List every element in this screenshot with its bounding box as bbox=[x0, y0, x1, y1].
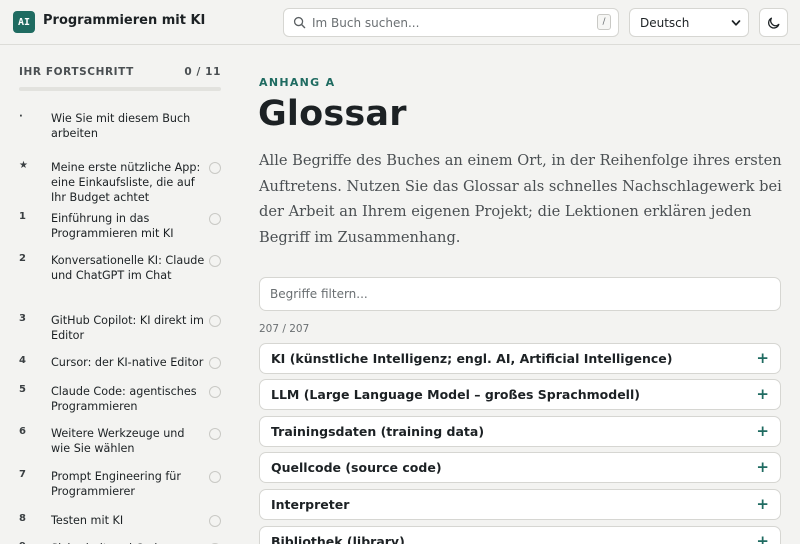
chapter-number: · bbox=[19, 111, 23, 122]
completion-circle-icon[interactable] bbox=[209, 357, 221, 369]
chapter-title: Konversationelle KI: Claude und ChatGPT … bbox=[51, 254, 205, 282]
completion-circle-icon[interactable] bbox=[209, 213, 221, 225]
completion-circle-icon[interactable] bbox=[209, 386, 221, 398]
chapter-number: 5 bbox=[19, 384, 26, 395]
chapter-title: Testen mit KI bbox=[51, 514, 124, 527]
chapter-number: 1 bbox=[19, 211, 26, 222]
chapter-number: 6 bbox=[19, 426, 26, 437]
chapter-number: ★ bbox=[19, 160, 28, 171]
glossary-term-row[interactable]: Quellcode (source code) + bbox=[259, 452, 781, 483]
filter-input[interactable] bbox=[259, 277, 781, 311]
app-logo[interactable]: AI bbox=[13, 11, 35, 33]
completion-circle-icon[interactable] bbox=[209, 515, 221, 527]
glossary-term-title: Bibliothek (library) bbox=[271, 534, 405, 544]
chevron-down-icon bbox=[731, 20, 741, 26]
completion-circle-icon[interactable] bbox=[209, 315, 221, 327]
completion-circle-icon[interactable] bbox=[209, 471, 221, 483]
completion-circle-icon[interactable] bbox=[209, 428, 221, 440]
chapter-title: Einführung in das Programmieren mit KI bbox=[51, 212, 174, 240]
glossary-term-row[interactable]: Interpreter + bbox=[259, 489, 781, 520]
glossary-term-title: KI (künstliche Intelligenz; engl. AI, Ar… bbox=[271, 351, 673, 366]
progress-bar bbox=[19, 87, 221, 91]
expand-plus-icon[interactable]: + bbox=[756, 532, 769, 544]
chapter-title: GitHub Copilot: KI direkt im Editor bbox=[51, 314, 204, 342]
glossary-term-title: Interpreter bbox=[271, 497, 350, 512]
chapter-number: 4 bbox=[19, 355, 26, 366]
sidebar: IHR FORTSCHRITT 0 / 11 · Wie Sie mit dies… bbox=[0, 45, 240, 544]
glossary-term-title: Quellcode (source code) bbox=[271, 460, 442, 475]
expand-plus-icon[interactable]: + bbox=[756, 385, 769, 403]
chapter-title: Meine erste nützliche App: eine Einkaufs… bbox=[51, 161, 201, 204]
expand-plus-icon[interactable]: + bbox=[756, 422, 769, 440]
chapter-number: 8 bbox=[19, 513, 26, 524]
chapter-title: Weitere Werkzeuge und wie Sie wählen bbox=[51, 427, 185, 455]
moon-icon bbox=[767, 17, 779, 29]
chapter-number: 2 bbox=[19, 253, 26, 264]
glossary-term-row[interactable]: Bibliothek (library) + bbox=[259, 526, 781, 544]
theme-toggle-button[interactable] bbox=[759, 8, 788, 37]
expand-plus-icon[interactable]: + bbox=[756, 349, 769, 367]
chapter-title: Cursor: der KI-native Editor bbox=[51, 356, 204, 369]
expand-plus-icon[interactable]: + bbox=[756, 458, 769, 476]
term-count: 207 / 207 bbox=[259, 323, 310, 335]
main-content: ANHANG A Glossar Alle Begriffe des Buche… bbox=[240, 45, 800, 544]
completion-circle-icon[interactable] bbox=[209, 162, 221, 174]
page-title: Glossar bbox=[258, 94, 407, 134]
search-shortcut-hint: / bbox=[597, 14, 611, 30]
app-title[interactable]: Programmieren mit KI bbox=[43, 13, 205, 28]
intro-text: Alle Begriffe des Buches an einem Ort, i… bbox=[259, 152, 782, 246]
chapter-title: Claude Code: agentisches Programmieren bbox=[51, 385, 197, 413]
completion-circle-icon[interactable] bbox=[209, 255, 221, 267]
progress-count: 0 / 11 bbox=[184, 66, 221, 78]
chapter-number: 3 bbox=[19, 313, 26, 324]
top-bar: AI Programmieren mit KI / Deutsch bbox=[0, 0, 800, 45]
language-select[interactable]: Deutsch bbox=[629, 8, 749, 37]
search-box[interactable]: / bbox=[283, 8, 619, 37]
section-kicker: ANHANG A bbox=[259, 76, 336, 89]
glossary-term-row[interactable]: LLM (Large Language Model – großes Sprac… bbox=[259, 379, 781, 410]
expand-plus-icon[interactable]: + bbox=[756, 495, 769, 513]
progress-label: IHR FORTSCHRITT bbox=[19, 66, 134, 78]
glossary-term-title: LLM (Large Language Model – großes Sprac… bbox=[271, 387, 640, 402]
language-value: Deutsch bbox=[640, 16, 690, 30]
chapter-title: Wie Sie mit diesem Buch arbeiten bbox=[51, 112, 191, 140]
search-icon bbox=[293, 16, 306, 29]
glossary-term-row[interactable]: KI (künstliche Intelligenz; engl. AI, Ar… bbox=[259, 343, 781, 374]
search-input[interactable] bbox=[312, 9, 582, 36]
glossary-term-title: Trainingsdaten (training data) bbox=[271, 424, 485, 439]
chapter-number: 7 bbox=[19, 469, 26, 480]
glossary-term-row[interactable]: Trainingsdaten (training data) + bbox=[259, 416, 781, 447]
chapter-title: Prompt Engineering für Programmierer bbox=[51, 470, 181, 498]
